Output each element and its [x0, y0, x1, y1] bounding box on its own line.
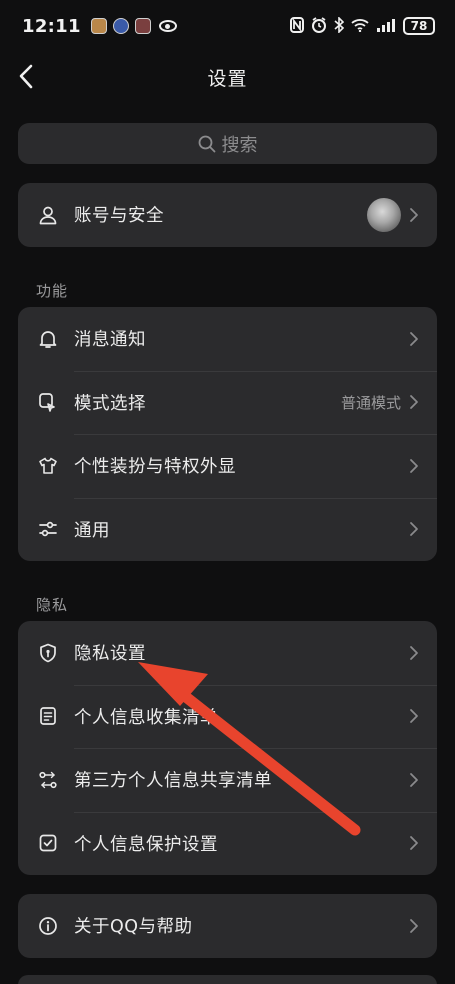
chevron-right-icon [410, 522, 418, 537]
search-bar[interactable]: 搜索 [18, 123, 437, 164]
list-item-label: 个人信息保护设置 [74, 834, 218, 855]
nav-bar: 设置 [0, 52, 455, 104]
checkbox-icon [39, 834, 57, 852]
battery-indicator: 78 [403, 17, 435, 35]
account-card: 账号与安全 [18, 183, 437, 247]
chevron-right-icon [410, 458, 418, 473]
list-item-info-protection[interactable]: 个人信息保护设置 [18, 811, 437, 876]
search-icon [198, 135, 215, 152]
list-item-third-party-sharing[interactable]: 第三方个人信息共享清单 [18, 748, 437, 812]
nfc-icon [290, 16, 304, 36]
account-security-item[interactable]: 账号与安全 [18, 183, 437, 247]
wifi-icon [351, 18, 369, 35]
chevron-right-icon [410, 395, 418, 410]
list-item-privacy-settings[interactable]: 隐私设置 [18, 621, 437, 685]
signal-icon [376, 18, 396, 35]
search-placeholder: 搜索 [221, 134, 258, 156]
chevron-right-icon [410, 645, 418, 660]
status-time: 12:11 [22, 15, 81, 37]
list-item-personalization[interactable]: 个性装扮与特权外显 [18, 434, 437, 498]
list-item-info-collection[interactable]: 个人信息收集清单 [18, 684, 437, 749]
chevron-right-icon [410, 331, 418, 346]
share-icon [39, 771, 57, 788]
info-icon [39, 916, 57, 935]
status-notification-icons [90, 18, 177, 34]
shirt-icon [39, 457, 57, 474]
about-card: 关于QQ与帮助 [18, 894, 437, 958]
app-notification-icon [90, 18, 107, 34]
page-title: 设置 [207, 68, 248, 90]
avatar [367, 197, 401, 232]
chevron-right-icon [410, 836, 418, 851]
features-card: 消息通知 模式选择 普通模式 个性装扮与特权外显 通用 [18, 307, 437, 561]
chevron-right-icon [410, 918, 418, 933]
user-icon [39, 206, 57, 225]
list-item-mode[interactable]: 模式选择 普通模式 [18, 370, 437, 435]
status-system-icons: 78 [290, 15, 435, 36]
list-item-label: 关于QQ与帮助 [74, 917, 193, 938]
alarm-icon [311, 16, 327, 36]
list-item-label: 消息通知 [74, 330, 146, 351]
chevron-right-icon [410, 709, 418, 724]
status-bar: 12:11 78 [0, 0, 455, 52]
list-item-label: 个性装扮与特权外显 [74, 457, 236, 478]
chevron-right-icon [410, 772, 418, 787]
list-item-label: 模式选择 [74, 393, 146, 414]
eye-icon [158, 20, 177, 32]
list-item-general[interactable]: 通用 [18, 497, 437, 562]
sliders-icon [39, 521, 57, 537]
mode-value: 普通模式 [340, 393, 401, 412]
bell-icon [39, 330, 57, 348]
list-item-label: 个人信息收集清单 [74, 707, 218, 728]
list-item-notifications[interactable]: 消息通知 [18, 307, 437, 371]
app-notification-icon [134, 18, 151, 34]
mode-icon [39, 393, 55, 413]
list-item-about[interactable]: 关于QQ与帮助 [18, 894, 437, 958]
list-item-label: 隐私设置 [74, 644, 146, 665]
account-security-label: 账号与安全 [74, 206, 164, 227]
section-title-features: 功能 [36, 282, 69, 300]
section-title-privacy: 隐私 [36, 596, 69, 614]
bluetooth-icon [334, 15, 345, 36]
next-card-partial [18, 975, 437, 984]
privacy-card: 隐私设置 个人信息收集清单 第三方个人信息共享清单 个人信息保护设置 [18, 621, 437, 875]
document-icon [40, 707, 56, 726]
list-item-label: 通用 [74, 520, 110, 541]
app-notification-icon [112, 18, 129, 34]
chevron-right-icon [410, 207, 418, 222]
list-item-label: 第三方个人信息共享清单 [74, 771, 272, 792]
shield-icon [40, 643, 56, 663]
